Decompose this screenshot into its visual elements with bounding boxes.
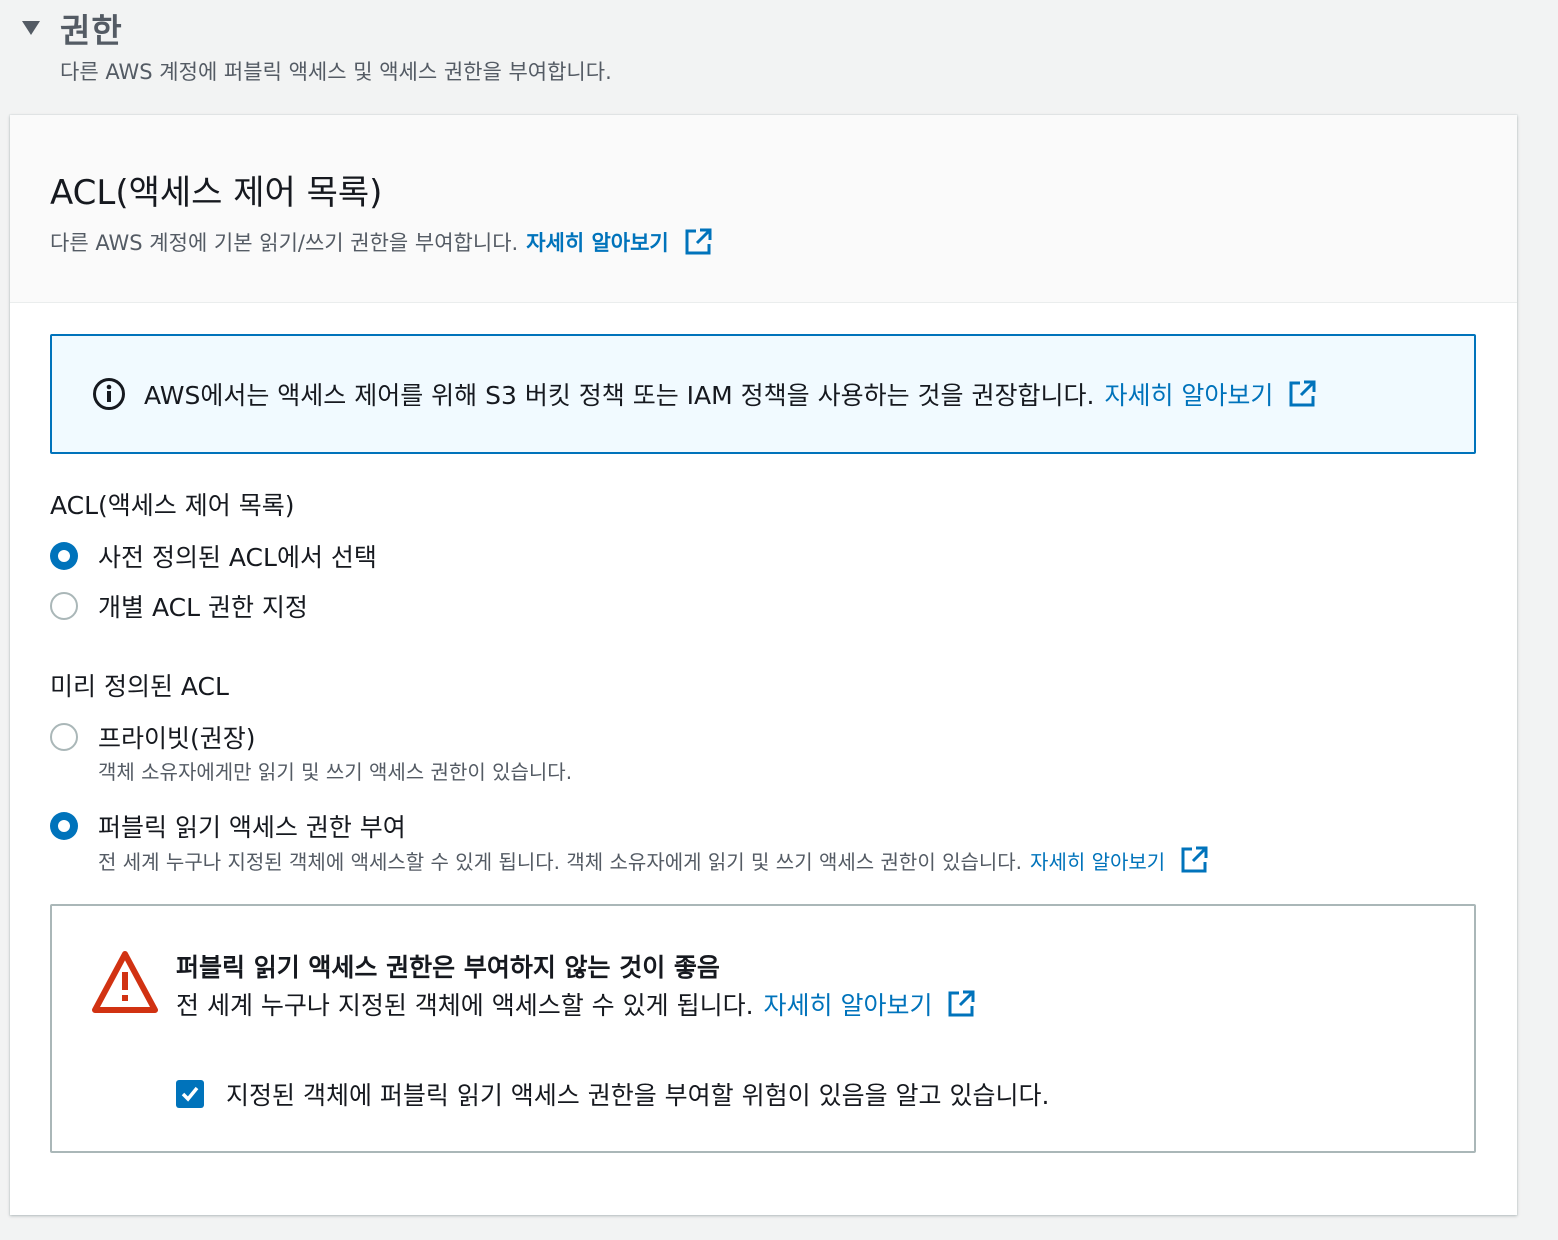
acknowledge-checkbox[interactable] [176,1080,204,1108]
public-read-learn-more-link[interactable]: 자세히 알아보기 [1030,846,1165,875]
external-link-icon[interactable] [683,227,713,257]
caret-down-icon[interactable] [22,21,40,35]
panel-title: ACL(액세스 제어 목록) [50,173,383,213]
warning-learn-more-link[interactable]: 자세히 알아보기 [764,986,933,1022]
radio-description-text: 전 세계 누구나 지정된 객체에 액세스할 수 있게 됩니다. 객체 소유자에게… [98,849,1023,874]
radio-public-read-description: 전 세계 누구나 지정된 객체에 액세스할 수 있게 됩니다. 객체 소유자에게… [98,845,1209,875]
radio-predefined-acl[interactable]: 사전 정의된 ACL에서 선택 [50,538,377,574]
section-description: 다른 AWS 계정에 퍼블릭 액세스 및 액세스 권한을 부여합니다. [60,60,612,84]
radio-label: 개별 ACL 권한 지정 [98,593,308,622]
external-link-icon[interactable] [946,989,976,1019]
warning-text-row: 전 세계 누구나 지정된 객체에 액세스할 수 있게 됩니다. 자세히 알아보기 [176,986,976,1022]
acknowledge-checkbox-row[interactable]: 지정된 객체에 퍼블릭 읽기 액세스 권한을 부여할 위험이 있음을 알고 있습… [176,1076,1049,1112]
info-learn-more-link[interactable]: 자세히 알아보기 [1104,376,1273,412]
radio-private[interactable]: 프라이빗(권장) [50,719,256,755]
warning-alert: 퍼블릭 읽기 액세스 권한은 부여하지 않는 것이 좋음 전 세계 누구나 지정… [50,904,1476,1153]
predefined-acl-label: 미리 정의된 ACL [50,672,229,701]
acl-mode-label: ACL(액세스 제어 목록) [50,491,295,520]
info-alert-content: AWS에서는 액세스 제어를 위해 S3 버킷 정책 또는 IAM 정책을 사용… [144,376,1317,412]
radio-label: 퍼블릭 읽기 액세스 권한 부여 [98,813,406,842]
radio-label: 프라이빗(권장) [98,724,256,753]
info-alert: AWS에서는 액세스 제어를 위해 S3 버킷 정책 또는 IAM 정책을 사용… [50,334,1476,454]
panel-description-text: 다른 AWS 계정에 기본 읽기/쓰기 권한을 부여합니다. [50,231,519,255]
radio-label: 사전 정의된 ACL에서 선택 [98,543,377,572]
acknowledge-label: 지정된 객체에 퍼블릭 읽기 액세스 권한을 부여할 위험이 있음을 알고 있습… [226,1081,1050,1110]
radio-button-checked[interactable] [50,812,78,840]
info-icon [93,378,125,410]
radio-button-checked[interactable] [50,542,78,570]
radio-description-text: 객체 소유자에게만 읽기 및 쓰기 액세스 권한이 있습니다. [98,760,573,784]
warning-text: 전 세계 누구나 지정된 객체에 액세스할 수 있게 됩니다. [176,991,754,1020]
acl-panel: ACL(액세스 제어 목록) 다른 AWS 계정에 기본 읽기/쓰기 권한을 부… [10,115,1517,1215]
external-link-icon[interactable] [1287,379,1317,409]
checkmark-icon [181,1086,199,1102]
warning-triangle-icon [92,951,158,1013]
info-alert-text: AWS에서는 액세스 제어를 위해 S3 버킷 정책 또는 IAM 정책을 사용… [144,381,1095,410]
panel-description: 다른 AWS 계정에 기본 읽기/쓰기 권한을 부여합니다. 자세히 알아보기 [50,227,713,257]
permissions-section-header[interactable]: 권한 [22,4,123,52]
panel-header: ACL(액세스 제어 목록) 다른 AWS 계정에 기본 읽기/쓰기 권한을 부… [10,115,1517,303]
radio-public-read[interactable]: 퍼블릭 읽기 액세스 권한 부여 [50,808,406,844]
external-link-icon[interactable] [1179,845,1209,875]
warning-title: 퍼블릭 읽기 액세스 권한은 부여하지 않는 것이 좋음 [176,953,720,982]
radio-button[interactable] [50,723,78,751]
radio-private-description: 객체 소유자에게만 읽기 및 쓰기 액세스 권한이 있습니다. [98,756,572,785]
panel-learn-more-link[interactable]: 자세히 알아보기 [526,227,669,257]
radio-individual-acl[interactable]: 개별 ACL 권한 지정 [50,588,308,624]
section-title: 권한 [60,11,123,50]
radio-button[interactable] [50,592,78,620]
